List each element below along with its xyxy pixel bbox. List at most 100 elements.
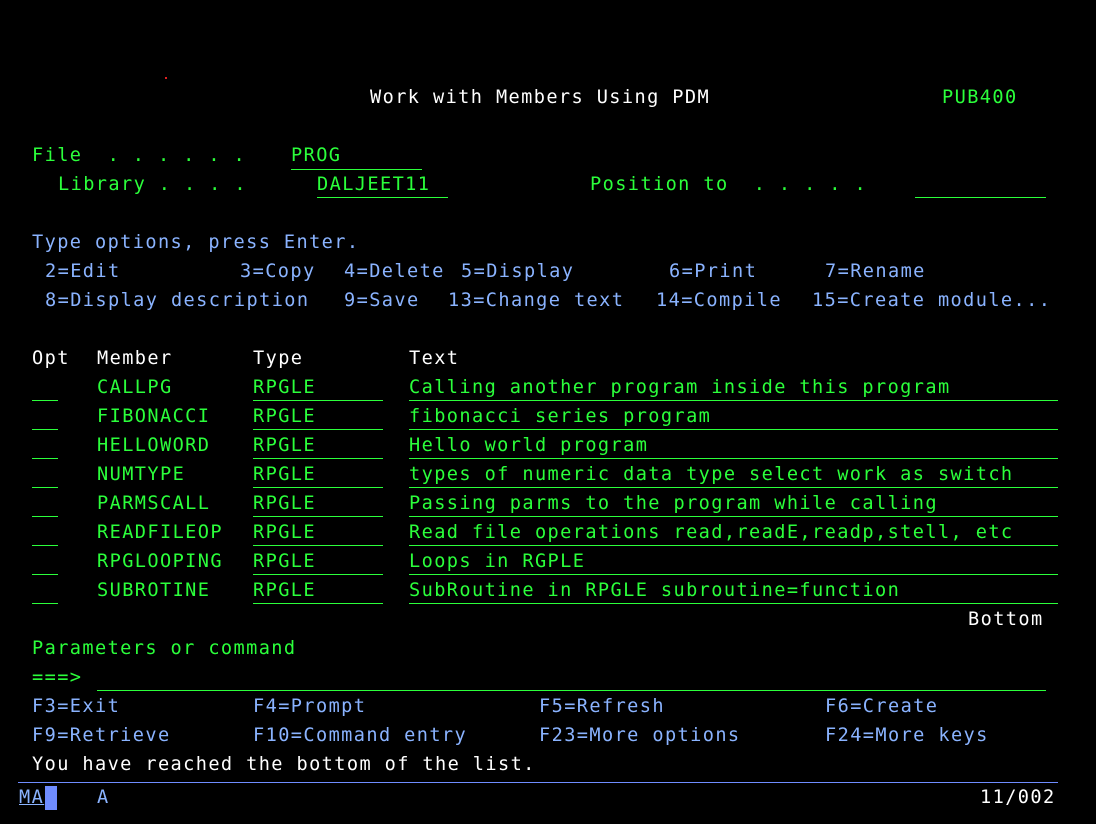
member-type-underline	[253, 545, 383, 546]
command-arrow: ===>	[32, 667, 83, 688]
member-name: RPGLOOPING	[97, 551, 223, 572]
option-copy: 3=Copy	[240, 261, 316, 282]
system-name: PUB400	[942, 87, 1018, 108]
member-text[interactable]: fibonacci series program	[409, 407, 711, 427]
command-input[interactable]	[97, 668, 1046, 690]
member-type-underline	[253, 400, 383, 401]
option-rename: 7=Rename	[825, 261, 926, 282]
member-type-underline	[253, 603, 383, 604]
row-option-input[interactable]	[32, 581, 58, 603]
row-option-input[interactable]	[32, 378, 58, 400]
file-field-underline	[291, 169, 422, 170]
row-option-underline	[32, 400, 58, 401]
row-option-input[interactable]	[32, 552, 58, 574]
f9-retrieve-key[interactable]: F9=Retrieve	[32, 726, 171, 746]
member-name: HELLOWORD	[97, 435, 211, 456]
row-option-underline	[32, 516, 58, 517]
position-to-underline	[915, 197, 1046, 198]
position-to-label: Position to . . . . .	[590, 174, 868, 195]
member-text-underline	[409, 400, 1058, 401]
row-option-underline	[32, 487, 58, 488]
member-text-underline	[409, 545, 1058, 546]
member-type[interactable]: RPGLE	[253, 552, 316, 572]
f24-more-keys-key[interactable]: F24=More keys	[825, 726, 989, 746]
member-type[interactable]: RPGLE	[253, 378, 316, 398]
f10-command-entry-key[interactable]: F10=Command entry	[253, 726, 467, 746]
column-header-type: Type	[253, 348, 304, 369]
member-type[interactable]: RPGLE	[253, 494, 316, 514]
option-compile: 14=Compile	[656, 290, 782, 311]
f4-prompt-key[interactable]: F4=Prompt	[253, 697, 366, 717]
f3-exit-key[interactable]: F3=Exit	[32, 697, 120, 717]
row-option-input[interactable]	[32, 465, 58, 487]
member-type[interactable]: RPGLE	[253, 581, 316, 601]
member-text-underline	[409, 429, 1058, 430]
option-edit: 2=Edit	[45, 261, 121, 282]
command-label: Parameters or command	[32, 638, 297, 659]
column-header-opt: Opt	[32, 348, 70, 369]
member-type[interactable]: RPGLE	[253, 465, 316, 485]
member-text-underline	[409, 574, 1058, 575]
row-option-underline	[32, 429, 58, 430]
cursor-position: 11/002	[980, 787, 1056, 808]
member-type-underline	[253, 574, 383, 575]
row-option-input[interactable]	[32, 523, 58, 545]
option-delete: 4=Delete	[344, 261, 445, 282]
option-display-description: 8=Display description	[45, 290, 310, 311]
row-option-underline	[32, 458, 58, 459]
library-field[interactable]: DALJEET11	[317, 175, 430, 195]
option-display: 5=Display	[461, 261, 575, 282]
member-text-underline	[409, 603, 1058, 604]
member-name: SUBROTINE	[97, 580, 211, 601]
member-text[interactable]: Hello world program	[409, 436, 648, 456]
f6-create-key[interactable]: F6=Create	[825, 697, 938, 717]
member-name: FIBONACCI	[97, 406, 211, 427]
member-text[interactable]: Loops in RGPLE	[409, 552, 585, 572]
member-type-underline	[253, 516, 383, 517]
member-name: PARMSCALL	[97, 493, 211, 514]
member-name: NUMTYPE	[97, 464, 186, 485]
column-header-member: Member	[97, 348, 173, 369]
member-text[interactable]: SubRoutine in RPGLE subroutine=function	[409, 581, 900, 601]
f5-refresh-key[interactable]: F5=Refresh	[539, 697, 665, 717]
member-text-underline	[409, 516, 1058, 517]
option-save: 9=Save	[344, 290, 420, 311]
column-header-text: Text	[409, 348, 460, 369]
member-text[interactable]: Read file operations read,readE,readp,st…	[409, 523, 1014, 543]
row-option-underline	[32, 545, 58, 546]
options-prompt: Type options, press Enter.	[32, 232, 360, 253]
more-indicator: Bottom	[968, 609, 1044, 630]
option-create-module: 15=Create module...	[812, 290, 1052, 311]
input-mode: A	[97, 787, 110, 808]
row-option-input[interactable]	[32, 436, 58, 458]
member-type[interactable]: RPGLE	[253, 523, 316, 543]
red-marker	[165, 77, 167, 79]
row-option-underline	[32, 574, 58, 575]
screen-title: Work with Members Using PDM	[370, 87, 711, 108]
f23-more-options-key[interactable]: F23=More options	[539, 726, 741, 746]
member-text[interactable]: Calling another program inside this prog…	[409, 378, 951, 398]
row-option-input[interactable]	[32, 494, 58, 516]
option-change-text: 13=Change text	[448, 290, 625, 311]
text-cursor	[45, 786, 57, 810]
position-to-field[interactable]	[915, 175, 1046, 197]
row-option-input[interactable]	[32, 407, 58, 429]
member-type[interactable]: RPGLE	[253, 436, 316, 456]
status-message: You have reached the bottom of the list.	[32, 754, 536, 775]
member-text[interactable]: types of numeric data type select work a…	[409, 465, 1014, 485]
library-label: Library . . . .	[58, 174, 247, 195]
file-label: File . . . . . .	[32, 145, 247, 166]
member-type-underline	[253, 458, 383, 459]
library-field-underline	[317, 197, 448, 198]
member-text[interactable]: Passing parms to the program while calli…	[409, 494, 938, 514]
row-option-underline	[32, 603, 58, 604]
option-print: 6=Print	[669, 261, 758, 282]
status-bar-divider	[18, 782, 1058, 783]
member-type-underline	[253, 487, 383, 488]
member-name: CALLPG	[97, 377, 173, 398]
member-type[interactable]: RPGLE	[253, 407, 316, 427]
member-text-underline	[409, 458, 1058, 459]
file-field[interactable]: PROG	[291, 146, 341, 166]
member-text-underline	[409, 487, 1058, 488]
member-type-underline	[253, 429, 383, 430]
